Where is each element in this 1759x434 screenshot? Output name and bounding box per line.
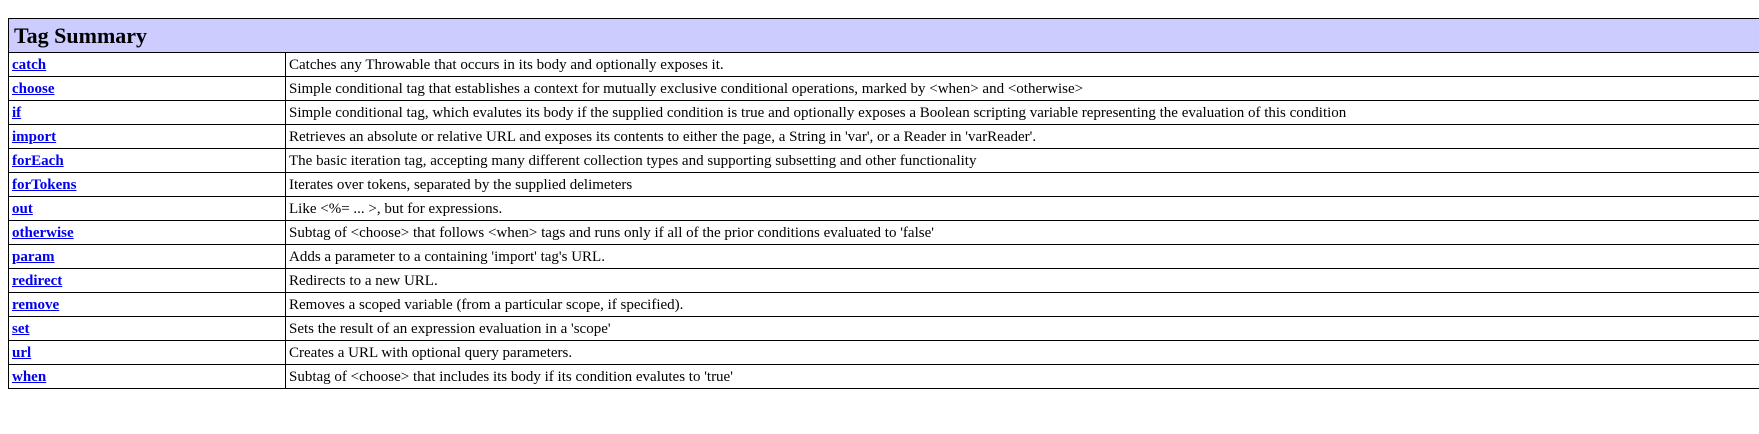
tag-link-set[interactable]: set (12, 321, 30, 337)
tag-name-cell: catch (8, 52, 286, 77)
table-row: set Sets the result of an expression eval… (8, 316, 1759, 341)
table-row: choose Simple conditional tag that establ… (8, 76, 1759, 101)
table-row: out Like <%= ... >, but for expressions. (8, 196, 1759, 221)
table-row: redirect Redirects to a new URL. (8, 268, 1759, 293)
tag-name-cell: when (8, 364, 286, 389)
tag-link-otherwise[interactable]: otherwise (12, 225, 74, 241)
tag-description: Adds a parameter to a containing 'import… (285, 244, 1759, 269)
tag-description: Iterates over tokens, separated by the s… (285, 172, 1759, 197)
table-row: url Creates a URL with optional query par… (8, 340, 1759, 365)
tag-name-cell: redirect (8, 268, 286, 293)
tag-link-fortokens[interactable]: forTokens (12, 177, 76, 193)
tag-description: Simple conditional tag that establishes … (285, 76, 1759, 101)
tag-description: Simple conditional tag, which evalutes i… (285, 100, 1759, 125)
table-row: if Simple conditional tag, which evalutes… (8, 100, 1759, 125)
table-row: param Adds a parameter to a containing 'i… (8, 244, 1759, 269)
tag-link-choose[interactable]: choose (12, 81, 55, 97)
tag-name-cell: forTokens (8, 172, 286, 197)
tag-name-cell: if (8, 100, 286, 125)
table-row: forEach The basic iteration tag, acceptin… (8, 148, 1759, 173)
tag-name-cell: set (8, 316, 286, 341)
table-title: Tag Summary (8, 18, 1759, 53)
tag-name-cell: choose (8, 76, 286, 101)
tag-description: Catches any Throwable that occurs in its… (285, 52, 1759, 77)
table-row: when Subtag of <choose> that includes its… (8, 364, 1759, 389)
tag-name-cell: param (8, 244, 286, 269)
tag-description: Sets the result of an expression evaluat… (285, 316, 1759, 341)
table-row: catch Catches any Throwable that occurs i… (8, 52, 1759, 77)
tag-link-if[interactable]: if (12, 105, 21, 121)
tag-rows: catch Catches any Throwable that occurs i… (8, 52, 1759, 389)
tag-description: Removes a scoped variable (from a partic… (285, 292, 1759, 317)
tag-description: Subtag of <choose> that follows <when> t… (285, 220, 1759, 245)
tag-summary-table: Tag Summary catch Catches any Throwable t… (8, 18, 1759, 389)
tag-link-out[interactable]: out (12, 201, 33, 217)
tag-name-cell: otherwise (8, 220, 286, 245)
table-row: forTokens Iterates over tokens, separated… (8, 172, 1759, 197)
tag-description: Subtag of <choose> that includes its bod… (285, 364, 1759, 389)
tag-name-cell: out (8, 196, 286, 221)
tag-description: The basic iteration tag, accepting many … (285, 148, 1759, 173)
tag-link-catch[interactable]: catch (12, 57, 46, 73)
tag-description: Redirects to a new URL. (285, 268, 1759, 293)
tag-link-redirect[interactable]: redirect (12, 273, 62, 289)
tag-link-import[interactable]: import (12, 129, 56, 145)
tag-name-cell: import (8, 124, 286, 149)
tag-link-foreach[interactable]: forEach (12, 153, 64, 169)
table-row: remove Removes a scoped variable (from a … (8, 292, 1759, 317)
tag-description: Creates a URL with optional query parame… (285, 340, 1759, 365)
tag-link-param[interactable]: param (12, 249, 55, 265)
tag-link-url[interactable]: url (12, 345, 31, 361)
tag-link-when[interactable]: when (12, 369, 46, 385)
table-row: import Retrieves an absolute or relative … (8, 124, 1759, 149)
tag-description: Retrieves an absolute or relative URL an… (285, 124, 1759, 149)
tag-link-remove[interactable]: remove (12, 297, 59, 313)
table-title-row: Tag Summary (8, 18, 1759, 53)
tag-name-cell: url (8, 340, 286, 365)
tag-name-cell: remove (8, 292, 286, 317)
table-row: otherwise Subtag of <choose> that follows… (8, 220, 1759, 245)
tag-name-cell: forEach (8, 148, 286, 173)
tag-description: Like <%= ... >, but for expressions. (285, 196, 1759, 221)
